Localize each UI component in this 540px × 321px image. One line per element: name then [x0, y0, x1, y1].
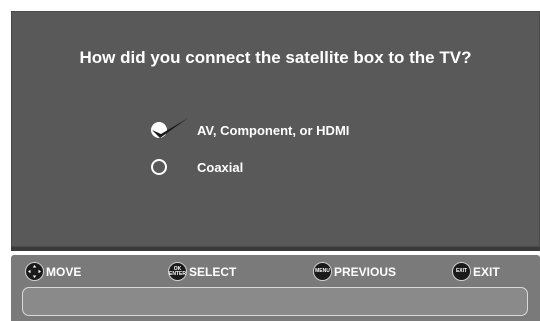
legend-select-label: SELECT [189, 264, 237, 279]
menu-icon: MENU [313, 262, 332, 281]
question-panel: How did you connect the satellite box to… [11, 11, 540, 247]
exit-icon: EXIT [452, 262, 471, 281]
legend-exit: EXIT EXIT [452, 262, 500, 281]
checkmark-icon [152, 118, 188, 138]
legend-exit-label: EXIT [473, 264, 500, 279]
radio-unselected-icon [151, 159, 167, 175]
legend-move-label: MOVE [46, 264, 82, 279]
option-coaxial[interactable]: Coaxial [151, 159, 243, 175]
option-av-component-hdmi[interactable]: AV, Component, or HDMI [151, 118, 350, 138]
radio-selected-icon [151, 118, 188, 138]
legend-previous-label: PREVIOUS [334, 264, 397, 279]
legend-select: OK ENTER SELECT [168, 262, 236, 281]
question-title: How did you connect the satellite box to… [79, 48, 472, 67]
ok-enter-icon: OK ENTER [168, 262, 187, 281]
footer-panel: MOVE OK ENTER SELECT MENU PREVIOUS EXIT … [11, 255, 540, 321]
legend-move: MOVE [25, 262, 81, 281]
setup-screen: How did you connect the satellite box to… [0, 0, 540, 321]
legend-previous: MENU PREVIOUS [313, 262, 396, 281]
panel-divider [11, 247, 540, 251]
option-label: AV, Component, or HDMI [197, 122, 350, 138]
button-legend: MOVE OK ENTER SELECT MENU PREVIOUS EXIT … [11, 255, 540, 285]
info-box [22, 287, 528, 316]
dpad-icon [25, 262, 44, 281]
option-label: Coaxial [197, 159, 244, 175]
